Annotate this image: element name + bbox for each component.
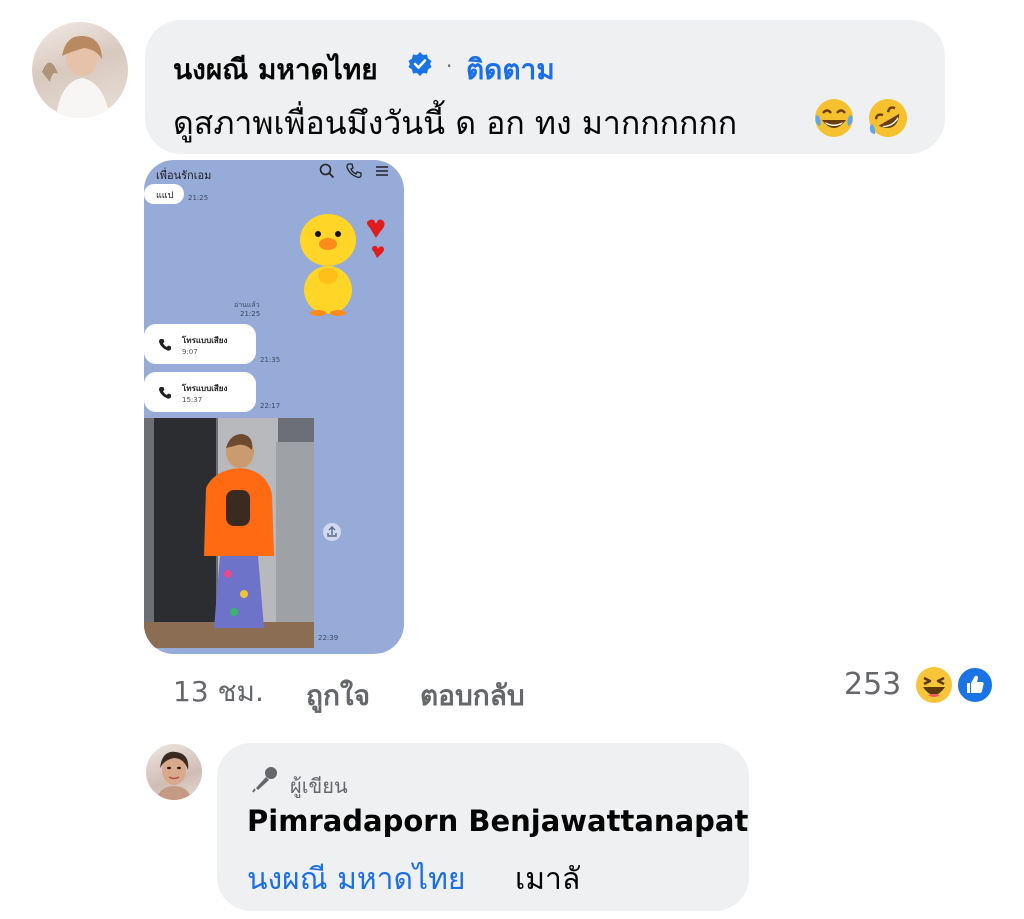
sent-message-time: 21:25 (188, 194, 209, 202)
phone-icon (159, 339, 171, 351)
photo-time: 22:39 (318, 634, 339, 642)
like-button[interactable]: ถูกใจ (306, 674, 370, 718)
reply-mention-link[interactable]: นงผณี มหาดไทย (247, 856, 465, 903)
menu-icon (376, 166, 388, 176)
reply-author-name[interactable]: Pimradaporn Benjawattanapat (247, 804, 748, 838)
reply-button[interactable]: ตอบกลับ (420, 674, 525, 718)
reaction-count[interactable]: 253 (844, 667, 901, 702)
verified-badge-icon (408, 52, 432, 76)
share-icon[interactable] (322, 522, 342, 542)
comment-text: ดูสภาพเพื่อนมึงวันนี้ ด อก ทง มากกกกกก (173, 104, 738, 142)
avatar-commenter[interactable] (32, 22, 128, 118)
reply-text: เมาลั (515, 862, 581, 897)
call-time: 21:35 (260, 356, 281, 364)
avatar-replier[interactable] (146, 744, 202, 800)
microphone-icon (252, 767, 277, 793)
like-reaction-icon[interactable] (955, 665, 995, 705)
comment-time[interactable]: 13 ชม. (173, 670, 264, 714)
rolling-on-floor-laughing-emoji-icon (869, 99, 907, 137)
phone-icon (159, 387, 171, 399)
search-icon (319, 163, 335, 179)
separator-dot: · (446, 54, 453, 78)
attached-image[interactable]: เพื่อนรักเอม แแป 21:25 อ่านแล้ว 21:25 โท… (144, 160, 404, 654)
author-badge: ผู้เขียน (290, 774, 348, 798)
chat-name: เพื่อนรักเอม (156, 169, 212, 182)
call-title: โทรแบบเสียง (182, 384, 228, 393)
call-duration: 15:37 (182, 396, 203, 404)
sally-sticker (300, 214, 385, 316)
read-time: 21:25 (240, 310, 261, 318)
comment-author-name[interactable]: นงผณี มหาดไทย (173, 48, 378, 92)
sent-message-text: แแป (156, 191, 174, 201)
call-title: โทรแบบเสียง (182, 336, 228, 345)
haha-reaction-icon[interactable] (914, 665, 954, 705)
call-time: 22:17 (260, 402, 281, 410)
photo-message (144, 418, 314, 648)
phone-icon (346, 163, 362, 178)
tears-of-joy-emoji-icon (815, 99, 853, 137)
follow-button[interactable]: ติดตาม (466, 48, 555, 92)
call-duration: 9:07 (182, 348, 198, 356)
